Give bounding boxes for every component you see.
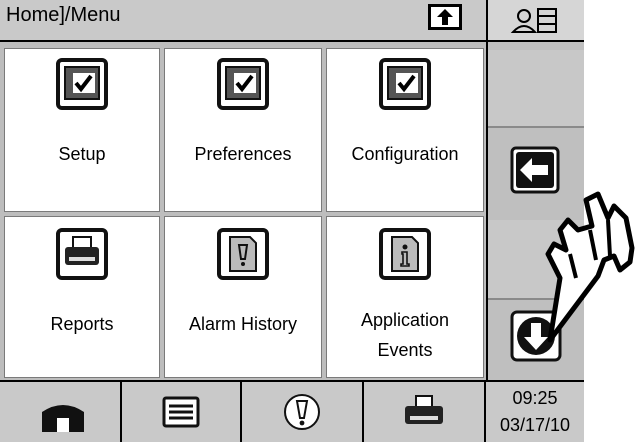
home-icon — [42, 405, 84, 432]
printer-icon — [56, 228, 108, 280]
menu-tiles: Setup Preferences Configuration Reports … — [0, 42, 486, 380]
monitor-check-icon — [379, 58, 431, 110]
alarm-history-tile[interactable]: Alarm History — [164, 216, 322, 378]
list-icon — [162, 396, 200, 428]
monitor-check-icon — [56, 58, 108, 110]
user-button[interactable] — [486, 0, 584, 42]
reports-label: Reports — [50, 314, 114, 334]
title-bar: Home]/Menu — [0, 0, 486, 42]
application-events-tile[interactable]: Application Events — [326, 216, 484, 378]
configuration-tile[interactable]: Configuration — [326, 48, 484, 212]
preferences-tile[interactable]: Preferences — [164, 48, 322, 212]
menu-screen: Home]/Menu Setup Preferences Configurati… — [0, 0, 635, 442]
info-document-icon — [379, 228, 431, 280]
bottom-bar: 09:25 03/17/10 — [0, 380, 584, 442]
alarm-button[interactable] — [242, 382, 364, 442]
clock: 09:25 03/17/10 — [486, 382, 584, 442]
monitor-check-icon — [217, 58, 269, 110]
reports-tile[interactable]: Reports — [4, 216, 160, 378]
alarm-history-label: Alarm History — [188, 314, 297, 334]
list-button[interactable] — [122, 382, 242, 442]
preferences-label: Preferences — [194, 144, 292, 164]
application-events-label-line1: Application — [360, 310, 450, 330]
breadcrumb: Home]/Menu — [6, 4, 121, 26]
alarm-document-icon — [217, 228, 269, 280]
clock-date: 03/17/10 — [499, 415, 571, 435]
clock-time: 09:25 — [512, 388, 558, 408]
user-list-icon — [510, 8, 557, 33]
print-button[interactable] — [364, 382, 486, 442]
pointing-hand-icon — [545, 191, 635, 343]
setup-tile[interactable]: Setup — [4, 48, 160, 212]
configuration-label: Configuration — [351, 144, 459, 164]
up-arrow-icon — [437, 9, 453, 25]
left-arrow-icon — [510, 146, 560, 194]
printer-icon — [405, 395, 443, 424]
up-button[interactable] — [428, 4, 462, 30]
home-button[interactable] — [0, 382, 122, 442]
alarm-icon — [284, 394, 320, 430]
setup-label: Setup — [58, 144, 106, 164]
application-events-label-line2: Events — [377, 340, 433, 360]
side-blank-top — [488, 50, 584, 128]
